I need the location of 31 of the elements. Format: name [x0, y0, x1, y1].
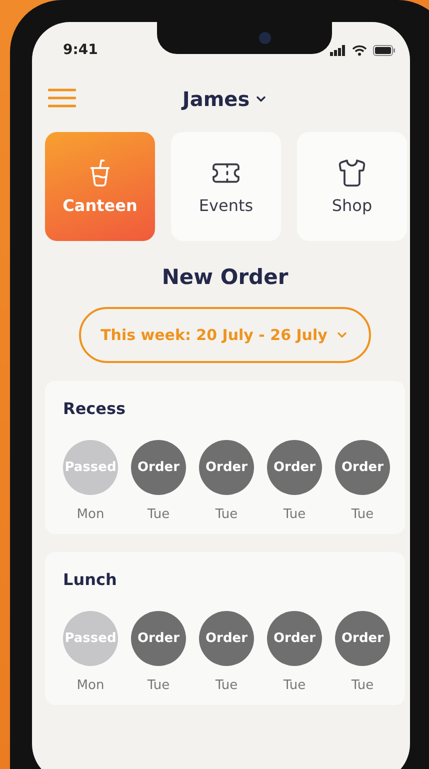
status-time: 9:41: [63, 42, 98, 58]
order-button[interactable]: Order: [335, 440, 390, 495]
day-label: Tue: [215, 507, 238, 522]
order-button[interactable]: Order: [199, 611, 254, 666]
order-button[interactable]: Order: [199, 440, 254, 495]
meal-title: Recess: [63, 399, 127, 418]
wifi-icon: [352, 44, 367, 56]
signal-icon: [330, 44, 346, 56]
day-label: Tue: [147, 678, 170, 693]
shirt-icon: [337, 158, 367, 188]
order-button[interactable]: Order: [131, 440, 186, 495]
category-tab[interactable]: Canteen: [45, 132, 155, 241]
day-label: Tue: [351, 678, 374, 693]
order-button[interactable]: Order: [267, 440, 322, 495]
order-button[interactable]: Order: [131, 611, 186, 666]
day-label: Mon: [76, 507, 104, 522]
page-title: New Order: [160, 265, 290, 289]
meal-title: Lunch: [63, 570, 118, 589]
day-label: Tue: [147, 507, 170, 522]
order-button[interactable]: Order: [267, 611, 322, 666]
battery-icon: [373, 44, 395, 56]
user-dropdown[interactable]: James: [182, 87, 268, 111]
day-label: Mon: [76, 678, 104, 693]
day-label: Tue: [351, 507, 374, 522]
day-label: Tue: [283, 678, 306, 693]
order-button[interactable]: Order: [335, 611, 390, 666]
day-label: Tue: [215, 678, 238, 693]
menu-icon[interactable]: [48, 88, 76, 108]
category-tab[interactable]: Events: [171, 132, 281, 241]
category-tab[interactable]: Shop: [297, 132, 407, 241]
day-label: Tue: [283, 507, 306, 522]
